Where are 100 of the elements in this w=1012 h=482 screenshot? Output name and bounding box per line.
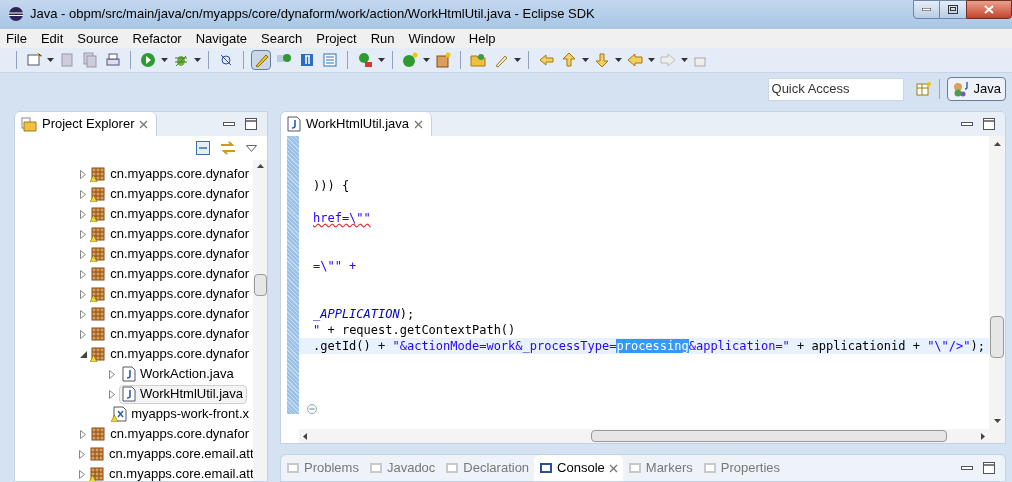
- view-icon: [368, 461, 383, 475]
- expand-arrow-icon[interactable]: [79, 189, 87, 199]
- code-line: href=\"": [312, 210, 372, 226]
- tree-item[interactable]: myapps-work-front.x: [108, 404, 253, 424]
- maximize-icon[interactable]: [983, 118, 995, 130]
- link-editor-icon[interactable]: [220, 141, 236, 155]
- bottom-view-tab[interactable]: Console: [534, 455, 623, 481]
- tree-item[interactable]: cn.myapps.core.dynafor: [87, 164, 253, 184]
- tree-item[interactable]: cn.myapps.core.dynafor: [87, 424, 253, 444]
- dropdown-caret-icon[interactable]: [378, 58, 385, 62]
- menu-item[interactable]: Window: [408, 28, 455, 49]
- expand-arrow-icon[interactable]: [79, 289, 87, 299]
- tree-item[interactable]: cn.myapps.core.dynafor: [87, 344, 253, 364]
- expand-arrow-icon[interactable]: [79, 429, 87, 439]
- scroll-down-icon[interactable]: [993, 419, 1001, 423]
- collapse-all-icon[interactable]: [196, 141, 210, 155]
- dropdown-caret-icon[interactable]: [47, 58, 54, 62]
- tree-item[interactable]: cn.myapps.core.dynafor: [87, 244, 253, 264]
- close-icon[interactable]: [139, 119, 149, 129]
- editor-vertical-scrollbar[interactable]: [989, 136, 1005, 443]
- dropdown-caret-icon[interactable]: [648, 58, 655, 62]
- expand-arrow-icon[interactable]: [79, 229, 87, 239]
- dropdown-caret-icon[interactable]: [681, 58, 688, 62]
- scroll-right-icon[interactable]: [981, 432, 985, 440]
- bottom-view-tab[interactable]: Properties: [697, 455, 785, 481]
- menu-item[interactable]: File: [6, 28, 27, 49]
- vertical-scrollbar[interactable]: [253, 160, 267, 481]
- tree-item[interactable]: WorkHtmlUtil.java: [119, 384, 248, 404]
- bottom-view-tab[interactable]: Markers: [622, 455, 698, 481]
- bottom-view-tab[interactable]: Problems: [281, 455, 364, 481]
- block-selection-icon[interactable]: [320, 50, 340, 70]
- tree-item[interactable]: cn.myapps.core.dynafor: [87, 264, 253, 284]
- menu-item[interactable]: Refactor: [132, 28, 182, 49]
- package-icon: [90, 306, 107, 322]
- bottom-view-tab[interactable]: Declaration: [440, 455, 535, 481]
- minimize-icon[interactable]: [961, 466, 973, 470]
- tree-item[interactable]: cn.myapps.core.dynafor: [87, 224, 253, 244]
- menu-item[interactable]: Navigate: [195, 28, 247, 49]
- tree-item[interactable]: cn.myapps.core.dynafor: [87, 304, 253, 324]
- package-warning-icon: [90, 206, 107, 222]
- bottom-view-tab[interactable]: Javadoc: [363, 455, 441, 481]
- menu-item[interactable]: Help: [468, 28, 496, 49]
- run-icon[interactable]: [138, 50, 158, 70]
- menu-item[interactable]: Project: [316, 28, 357, 49]
- scroll-up-icon[interactable]: [256, 164, 264, 168]
- scrollbar-thumb[interactable]: [990, 316, 1004, 358]
- expand-arrow-icon[interactable]: [79, 309, 87, 319]
- editor-tab[interactable]: WorkHtmlUtil.java: [281, 112, 433, 136]
- horizontal-scrollbar[interactable]: [299, 429, 989, 443]
- close-icon[interactable]: [414, 119, 424, 129]
- menu-item[interactable]: Source: [77, 28, 119, 49]
- expand-arrow-icon[interactable]: [79, 329, 87, 339]
- highlight-toggle-icon[interactable]: [251, 50, 271, 70]
- expand-arrow-icon[interactable]: [79, 169, 87, 179]
- expand-arrow-icon[interactable]: [79, 469, 86, 479]
- maximize-icon[interactable]: [983, 462, 995, 474]
- menu-item[interactable]: Edit: [40, 28, 64, 49]
- minimize-icon: [922, 8, 931, 11]
- view-menu-icon[interactable]: [246, 144, 257, 152]
- open-perspective-icon[interactable]: [915, 81, 932, 97]
- tree-item[interactable]: cn.myapps.core.dynafor: [87, 284, 253, 304]
- scroll-left-icon[interactable]: [303, 432, 307, 440]
- expand-arrow-icon[interactable]: [79, 209, 87, 219]
- perspective-button[interactable]: Java: [946, 77, 1006, 101]
- code-line: ))) {: [312, 178, 351, 194]
- package-icon: [89, 446, 105, 462]
- window-title: Java - obpm/src/main/java/cn/myapps/core/dynaform/work/action/WorkHtmlUtil.java - Eclipse SDK: [30, 5, 595, 24]
- close-button[interactable]: [966, 0, 1012, 19]
- dropdown-caret-icon[interactable]: [161, 58, 168, 62]
- collapse-arrow-icon[interactable]: [79, 349, 87, 359]
- tree-item[interactable]: cn.myapps.core.email.att: [86, 444, 253, 464]
- view-icon: [627, 461, 642, 475]
- tree-item[interactable]: cn.myapps.core.dynafor: [87, 324, 253, 344]
- menu-item[interactable]: Search: [261, 28, 303, 49]
- restore-button[interactable]: [940, 0, 966, 19]
- dropdown-caret-icon[interactable]: [423, 58, 430, 62]
- tree-item[interactable]: WorkAction.java: [119, 364, 238, 384]
- menu-item[interactable]: Run: [370, 28, 395, 49]
- tree-item[interactable]: cn.myapps.core.dynafor: [87, 184, 253, 204]
- scrollbar-thumb[interactable]: [591, 430, 947, 442]
- tree-item[interactable]: cn.myapps.core.dynafor: [87, 204, 253, 224]
- tree-item[interactable]: cn.myapps.core.email.att: [86, 464, 253, 481]
- expand-arrow-icon[interactable]: [79, 249, 87, 259]
- expand-arrow-icon[interactable]: [79, 269, 87, 279]
- quick-access-field[interactable]: Quick Access: [767, 77, 904, 101]
- save-all-icon[interactable]: [80, 50, 100, 70]
- minimize-icon[interactable]: [961, 122, 973, 126]
- dropdown-caret-icon[interactable]: [582, 58, 589, 62]
- view-tab[interactable]: Project Explorer: [15, 112, 158, 136]
- maximize-icon[interactable]: [245, 118, 257, 130]
- expand-arrow-icon[interactable]: [79, 449, 86, 459]
- close-icon[interactable]: [608, 463, 618, 473]
- fold-icon[interactable]: [307, 404, 317, 414]
- scrollbar-thumb[interactable]: [253, 274, 267, 296]
- scroll-up-icon[interactable]: [993, 142, 1001, 146]
- dropdown-caret-icon[interactable]: [194, 58, 201, 62]
- dropdown-caret-icon[interactable]: [615, 58, 622, 62]
- minimize-icon[interactable]: [223, 122, 235, 126]
- code-line: _APPLICATION);: [312, 306, 416, 322]
- dropdown-caret-icon[interactable]: [514, 58, 521, 62]
